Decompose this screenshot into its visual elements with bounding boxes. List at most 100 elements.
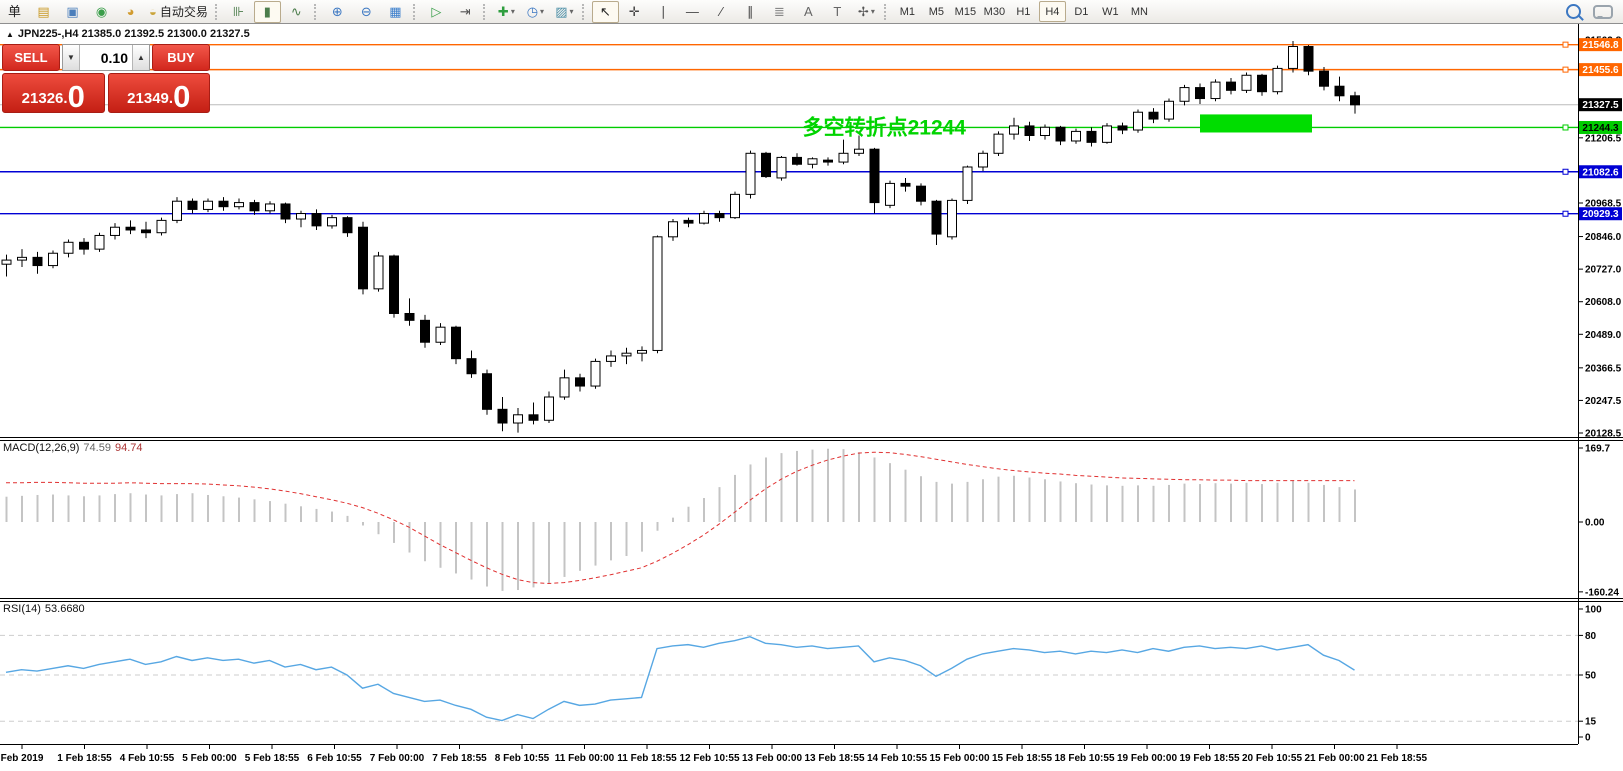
line-handle[interactable] [1563, 42, 1568, 47]
chevron-down-icon[interactable]: ▾ [540, 2, 544, 22]
chart-canvas[interactable]: 多空转折点2124421563.821206.520968.520846.020… [0, 0, 1623, 771]
timeframe-button-m30[interactable]: M30 [981, 1, 1008, 22]
candlestick [1010, 126, 1019, 134]
sell-price-display[interactable]: 21326.0 [2, 73, 105, 113]
indicators-button[interactable]: ✚▾ [493, 1, 520, 23]
time-axis-label: 19 Feb 18:55 [1179, 753, 1239, 764]
candlestick-chart-icon-glyph: ▮ [264, 2, 271, 22]
candlestick [1289, 47, 1298, 69]
price-badge-label: 21546.8 [1582, 40, 1619, 51]
candlestick [560, 378, 569, 397]
channel-button[interactable]: ∥ [737, 1, 764, 23]
candlestick [886, 183, 895, 205]
line-chart-icon[interactable]: ∿ [283, 1, 310, 23]
text-button[interactable]: A [795, 1, 822, 23]
line-handle[interactable] [1563, 67, 1568, 72]
rsi-value: 53.6680 [45, 603, 85, 615]
label-button[interactable]: T [824, 1, 851, 23]
zoom-in-icon[interactable]: ⊕ [324, 1, 351, 23]
timeframe-button-m5[interactable]: M5 [923, 1, 950, 22]
terminal-icon[interactable]: ▣ [59, 1, 86, 23]
timeframe-button-d1[interactable]: D1 [1068, 1, 1095, 22]
search-icon[interactable] [1566, 4, 1581, 19]
rsi-indicator-label: RSI(14)53.6680 [3, 603, 89, 615]
candlestick [994, 134, 1003, 153]
volume-input[interactable]: 0.10 [80, 45, 132, 70]
fibonacci-glyph: ≣ [774, 2, 785, 22]
data-window-icon[interactable]: ▤ [30, 1, 57, 23]
label-glyph: T [833, 2, 841, 22]
timeframe-button-m1[interactable]: M1 [894, 1, 921, 22]
candlestick-chart-icon[interactable]: ▮ [254, 1, 281, 23]
buy-price-display[interactable]: 21349.0 [108, 73, 211, 113]
candlestick [979, 153, 988, 167]
rsi-line [6, 637, 1355, 721]
candlestick [173, 201, 182, 220]
candlestick [405, 313, 414, 320]
time-axis-label: 12 Feb 10:55 [679, 753, 739, 764]
volume-increase-button[interactable]: ▲ [132, 45, 149, 70]
crosshair-button[interactable]: ✛ [621, 1, 648, 23]
cursor-button[interactable]: ↖ [592, 1, 619, 23]
fibonacci-button[interactable]: ≣ [766, 1, 793, 23]
indicators-glyph: ✚ [498, 2, 509, 22]
candlestick [1320, 71, 1329, 86]
candlestick [1304, 47, 1313, 72]
time-axis-label: 11 Feb 18:55 [617, 753, 677, 764]
candlestick [622, 353, 631, 356]
trendline-button[interactable]: ∕ [708, 1, 735, 23]
timeframe-button-mn[interactable]: MN [1126, 1, 1153, 22]
trendline-glyph: ∕ [720, 2, 722, 22]
candlestick [917, 186, 926, 201]
volume-decrease-button[interactable]: ▼ [63, 45, 80, 70]
vertical-line-button[interactable]: ∣ [650, 1, 677, 23]
line-handle[interactable] [1563, 169, 1568, 174]
candlestick [1273, 68, 1282, 91]
candlestick [390, 256, 399, 314]
chart-symbol-icon: ▲ [6, 30, 14, 39]
candlestick [529, 415, 538, 420]
autotrade-button[interactable]: ◒自动交易 [146, 1, 211, 23]
axis-tick-label: 20128.5 [1585, 429, 1622, 440]
toolbar-grip [215, 4, 220, 20]
shapes-button[interactable]: ✢▾ [853, 1, 880, 23]
autotrade-glyph: ◒ [149, 2, 157, 22]
shapes-glyph: ✢ [858, 2, 869, 22]
timeframe-button-h1[interactable]: H1 [1010, 1, 1037, 22]
timeframe-button-w1[interactable]: W1 [1097, 1, 1124, 22]
chat-icon[interactable] [1593, 5, 1613, 19]
toolbar-right-icons [1566, 4, 1623, 19]
chevron-down-icon[interactable]: ▾ [570, 2, 574, 22]
line-handle[interactable] [1563, 211, 1568, 216]
signals-icon-glyph: ◉ [96, 2, 107, 22]
toolbar-group: ⊕⊖▦ [323, 0, 410, 24]
candlestick [715, 214, 724, 218]
tile-windows-icon[interactable]: ▦ [382, 1, 409, 23]
sell-button[interactable]: SELL [2, 44, 60, 71]
timeframe-button-h4[interactable]: H4 [1039, 1, 1066, 22]
new-order-button[interactable]: 单 [1, 1, 28, 23]
candlestick [901, 183, 910, 186]
periods-glyph: ◷ [527, 2, 538, 22]
annotation-text[interactable]: 多空转折点21244 [803, 115, 967, 139]
chart-shift-icon[interactable]: ⇥ [452, 1, 479, 23]
highlight-rectangle[interactable] [1200, 114, 1312, 132]
chevron-down-icon[interactable]: ▾ [511, 2, 515, 22]
timeframe-button-m15[interactable]: M15 [952, 1, 979, 22]
time-axis-label: 6 Feb 10:55 [307, 753, 362, 764]
zoom-out-icon[interactable]: ⊖ [353, 1, 380, 23]
time-axis-label: 5 Feb 00:00 [182, 753, 237, 764]
bar-chart-icon[interactable]: ⊪ [225, 1, 252, 23]
buy-button[interactable]: BUY [152, 44, 210, 71]
periods-button[interactable]: ◷▾ [522, 1, 549, 23]
signals-icon[interactable]: ◉ [88, 1, 115, 23]
auto-scroll-icon[interactable]: ▷ [423, 1, 450, 23]
market-icon[interactable]: ◕ [117, 1, 144, 23]
candlestick [111, 227, 120, 235]
candlestick [297, 214, 306, 219]
templates-button[interactable]: ▨▾ [551, 1, 578, 23]
chevron-down-icon[interactable]: ▾ [871, 2, 875, 22]
horizontal-line-button[interactable]: — [679, 1, 706, 23]
time-axis-label: 4 Feb 10:55 [120, 753, 175, 764]
line-handle[interactable] [1563, 125, 1568, 130]
